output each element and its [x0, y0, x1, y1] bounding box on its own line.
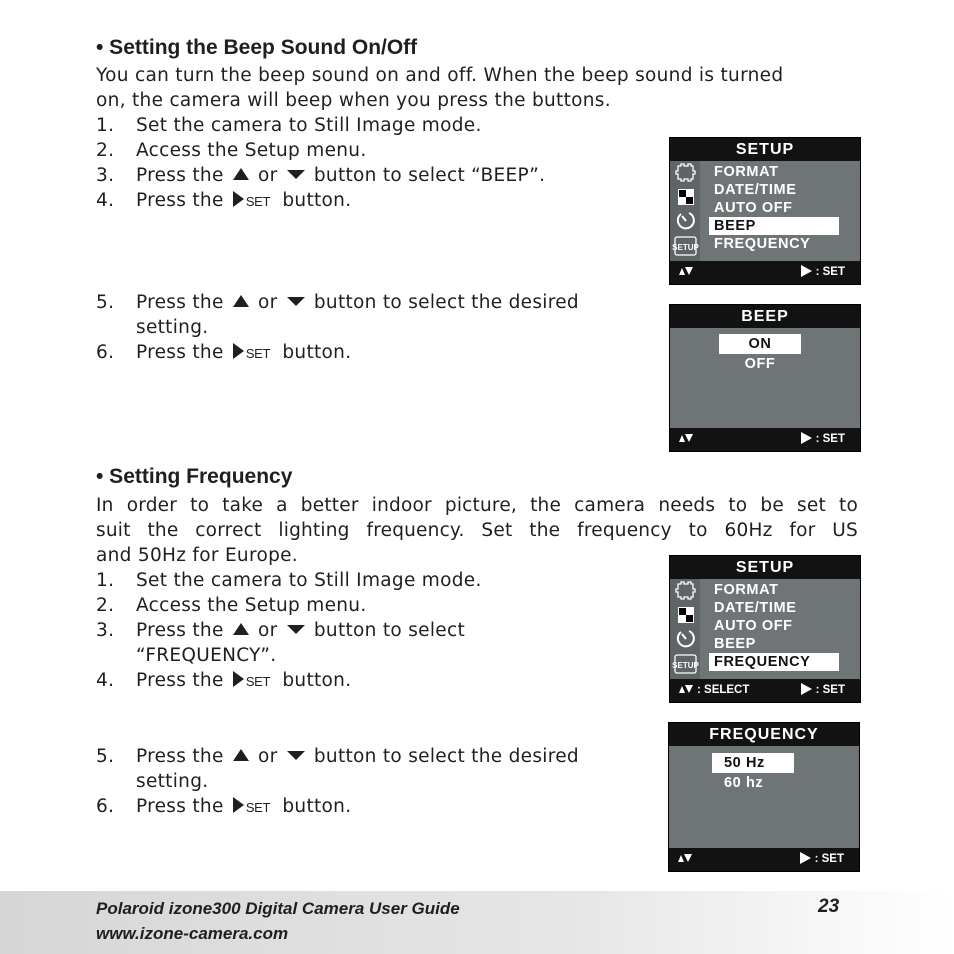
setup-icon: SETUP — [672, 236, 700, 256]
camera-screen-setup-beep: SETUP SETUP FORMAT DATE/TIME AUTO OFF BE… — [669, 137, 861, 285]
step-item: 4. Press the SET button. — [96, 670, 352, 691]
screen-bottom-bar: : SET — [670, 428, 860, 451]
step-item: 1. Set the camera to Still Image mode. — [96, 115, 482, 136]
menu-item-beep[interactable]: BEEP — [714, 635, 839, 653]
svg-text:SETUP: SETUP — [672, 243, 699, 252]
screen-title: SETUP — [670, 138, 860, 161]
menu-item-date-time[interactable]: DATE/TIME — [714, 181, 839, 199]
format-icon — [675, 581, 696, 600]
screen-bottom-bar: : SELECT : SET — [670, 679, 860, 702]
beep-steps-continued: 5. Press the or button to select the desi… — [96, 290, 656, 366]
set-label: : SET — [814, 853, 844, 865]
frequency-options: 50 Hz 60 hz — [712, 753, 794, 793]
down-arrow-icon — [286, 170, 305, 179]
step-item: 2. Access the Setup menu. — [96, 595, 367, 616]
frequency-steps: 1. Set the camera to Still Image mode. 2.… — [96, 568, 656, 694]
screen-title: FREQUENCY — [669, 723, 859, 746]
menu-item-format[interactable]: FORMAT — [714, 581, 839, 599]
frequency-intro-line1: In order to take a better indoor picture… — [96, 495, 858, 516]
right-arrow-icon — [232, 797, 244, 813]
step-item: 4. Press the SET button. — [96, 190, 352, 211]
step-item: 3. Press the or button to select “FREQUEN… — [96, 620, 466, 666]
screen-bottom-bar: : SET — [669, 848, 859, 871]
screen-title: SETUP — [670, 556, 860, 579]
down-arrow-icon — [286, 297, 305, 306]
setup-icon: SETUP — [672, 654, 700, 674]
setup-menu-list: FORMAT DATE/TIME AUTO OFF BEEP FREQUENCY — [709, 581, 839, 671]
camera-screen-frequency: FREQUENCY 50 Hz 60 hz : SET — [668, 722, 860, 872]
option-50hz-selected[interactable]: 50 Hz — [712, 753, 794, 773]
menu-item-frequency[interactable]: FREQUENCY — [714, 235, 839, 253]
screen-side-icons: SETUP — [670, 161, 700, 261]
right-arrow-icon — [232, 343, 244, 359]
set-label: : SET — [815, 684, 845, 696]
screen-side-icons: SETUP — [670, 579, 700, 679]
right-arrow-icon — [799, 852, 811, 864]
frequency-intro-line2: suit the correct lighting frequency. Set… — [96, 520, 858, 541]
right-arrow-icon — [800, 432, 812, 444]
right-arrow-icon — [232, 671, 244, 687]
format-icon — [675, 163, 696, 182]
right-arrow-icon — [232, 191, 244, 207]
menu-item-beep-selected[interactable]: BEEP — [709, 217, 839, 235]
up-down-nav-icon — [678, 848, 692, 871]
option-on-selected[interactable]: ON — [719, 334, 801, 354]
step-item: 5. Press the or button to select the desi… — [96, 292, 579, 338]
auto-off-icon — [676, 630, 695, 648]
camera-screen-setup-frequency: SETUP SETUP FORMAT DATE/TIME AUTO OFF BE… — [669, 555, 861, 703]
side-icons-svg: SETUP — [672, 581, 700, 674]
date-time-icon — [678, 189, 694, 205]
step-item: 2. Access the Setup menu. — [96, 140, 367, 161]
setup-menu-list: FORMAT DATE/TIME AUTO OFF BEEP FREQUENCY — [709, 163, 839, 253]
step-item: 6. Press the SET button. — [96, 342, 352, 363]
option-60hz[interactable]: 60 hz — [712, 773, 794, 793]
up-arrow-icon — [232, 623, 249, 635]
footer-guide-title: Polaroid izone300 Digital Camera User Gu… — [96, 899, 460, 918]
screen-bottom-bar: : SET — [670, 261, 860, 284]
menu-item-auto-off[interactable]: AUTO OFF — [714, 617, 839, 635]
screen-title: BEEP — [670, 305, 860, 328]
up-down-nav-icon — [679, 261, 693, 284]
step-item: 5. Press the or button to select the desi… — [96, 746, 579, 792]
frequency-steps-continued: 5. Press the or button to select the desi… — [96, 744, 656, 820]
right-arrow-icon — [800, 683, 812, 695]
up-arrow-icon — [232, 168, 249, 180]
date-time-icon — [678, 607, 694, 623]
up-down-nav-icon — [679, 684, 693, 696]
down-arrow-icon — [286, 625, 305, 634]
beep-steps: 1. Set the camera to Still Image mode. 2.… — [96, 113, 656, 214]
up-down-nav-icon — [679, 428, 693, 451]
step-item: 6. Press the SET button. — [96, 796, 352, 817]
beep-intro-line2: on, the camera will beep when you press … — [96, 90, 611, 111]
step-item: 3. Press the or button to select “BEEP”. — [96, 165, 546, 186]
side-icons-svg: SETUP — [672, 163, 700, 256]
right-arrow-icon — [800, 265, 812, 277]
select-label: : SELECT — [697, 684, 750, 696]
menu-item-format[interactable]: FORMAT — [714, 163, 839, 181]
section-heading-frequency: • Setting Frequency — [96, 465, 293, 488]
page-number: 23 — [818, 896, 840, 917]
option-off[interactable]: OFF — [719, 354, 801, 374]
frequency-intro-line3: and 50Hz for Europe. — [96, 545, 298, 566]
menu-item-auto-off[interactable]: AUTO OFF — [714, 199, 839, 217]
svg-text:SETUP: SETUP — [672, 661, 699, 670]
set-label: : SET — [815, 433, 845, 445]
menu-item-frequency-selected[interactable]: FREQUENCY — [709, 653, 839, 671]
section-heading-beep: • Setting the Beep Sound On/Off — [96, 36, 418, 59]
down-arrow-icon — [286, 751, 305, 760]
footer-website[interactable]: www.izone-camera.com — [96, 924, 288, 944]
step-item: 1. Set the camera to Still Image mode. — [96, 570, 482, 591]
camera-screen-beep: BEEP ON OFF : SET — [669, 304, 861, 452]
menu-item-date-time[interactable]: DATE/TIME — [714, 599, 839, 617]
auto-off-icon — [676, 212, 695, 230]
beep-intro-line1: You can turn the beep sound on and off. … — [96, 65, 784, 86]
beep-options: ON OFF — [719, 334, 801, 374]
up-arrow-icon — [232, 749, 249, 761]
set-label: : SET — [815, 266, 845, 278]
up-arrow-icon — [232, 295, 249, 307]
